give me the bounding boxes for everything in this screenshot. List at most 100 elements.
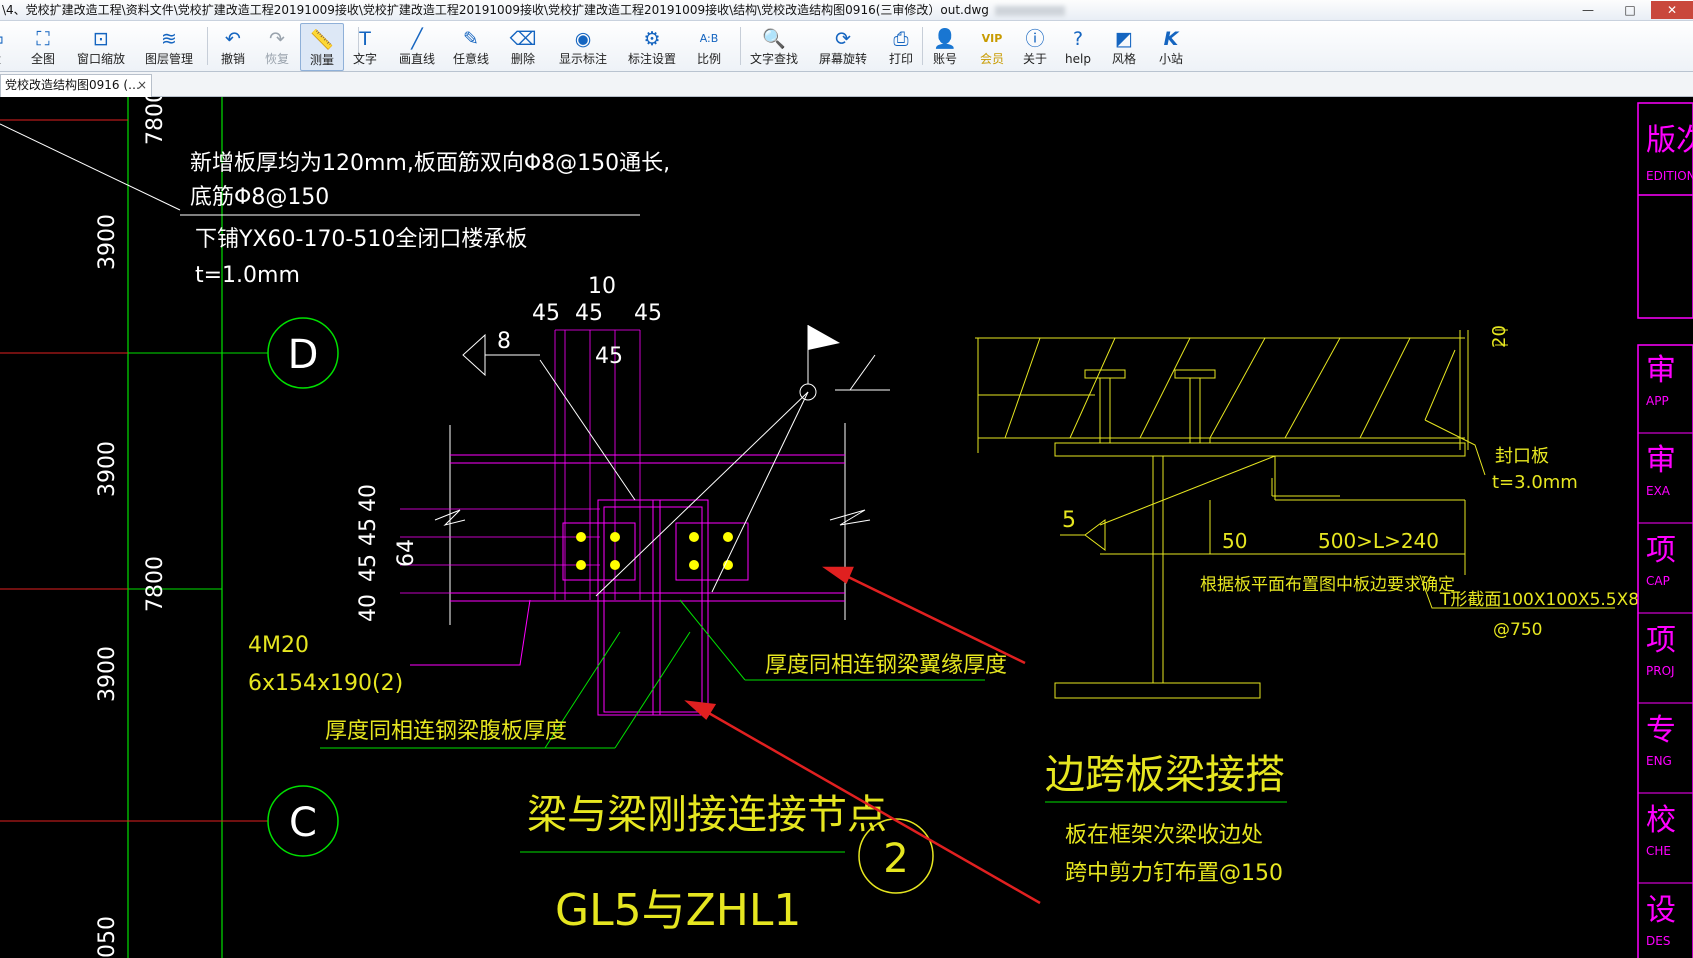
window-controls: — □ ✕: [1567, 0, 1693, 20]
document-tab[interactable]: 党校改造结构图0916 (… ×: [0, 74, 152, 97]
toolbar-label: 比例: [696, 52, 721, 66]
t-section-spacing: @750: [1493, 620, 1542, 640]
toolbar-button-scale[interactable]: A:B 比例: [690, 23, 728, 69]
toolbar-label: 删除: [510, 52, 535, 66]
toolbar-label: 任意线: [452, 52, 489, 66]
grid-label: C: [289, 800, 317, 846]
toolbar-label: 标注设置: [627, 52, 676, 66]
toolbar-button-eye[interactable]: ◉ 显示标注: [552, 23, 614, 69]
vip-icon: VIP: [981, 32, 1003, 45]
grid-bubble-c: C: [267, 785, 339, 857]
toolbar-button-help[interactable]: ? help: [1060, 23, 1096, 69]
help-icon: ?: [1072, 28, 1084, 50]
toolbar-button-style[interactable]: ◩ 风格: [1106, 23, 1142, 69]
toolbar-separator: [207, 27, 208, 65]
window-title: \4、党校扩建改造工程\资料文件\党校扩建改造工程20191009接收\党校扩建…: [2, 3, 989, 17]
toolbar-button-account[interactable]: 👤 账号: [927, 23, 963, 69]
minimize-button[interactable]: —: [1567, 1, 1609, 19]
tab-close-button[interactable]: ×: [133, 75, 147, 95]
eraser-icon: ⌫: [509, 28, 537, 50]
ruler-icon: 📏: [310, 29, 334, 51]
toolbar-button-annotation-settings[interactable]: ⚙ 标注设置: [622, 23, 682, 69]
dim-label: 50: [1222, 529, 1247, 553]
toolbar-label: 打印: [888, 52, 913, 66]
t-section-spec: T形截面100X100X5.5X8: [1439, 590, 1639, 610]
toolbar-button-line[interactable]: ╱ 画直线: [393, 23, 441, 69]
rotate-screen-icon: ⟳: [835, 28, 851, 50]
toolbar-button-ruler[interactable]: 📏 测量: [300, 23, 344, 71]
drawing-canvas[interactable]: 7800 3900 3900 7800 3900 050 D C 新增板厚均为1…: [0, 97, 1693, 958]
plan-note: 根据板平面布置图中板边要求确定: [1200, 575, 1455, 595]
toolbar-label: 窗口缩放: [76, 52, 125, 66]
toolbar-button-eraser[interactable]: ⌫ 删除: [503, 23, 543, 69]
dim-label: 45: [595, 344, 623, 369]
grid-bubble-d: D: [267, 317, 339, 389]
toolbar-label: 文字: [352, 52, 377, 66]
toolbar-button-text[interactable]: T 文字: [347, 23, 383, 69]
titleblock-label-en: PROJ: [1646, 664, 1675, 678]
titleblock-label: 校: [1646, 803, 1676, 838]
red-arrows: [684, 566, 1041, 905]
toolbar-button-redo[interactable]: ↷ 恢复: [258, 23, 296, 69]
dim-label: 3900: [95, 214, 120, 270]
site-icon: K: [1163, 28, 1179, 50]
slab-notes: 新增板厚均为120mm,板面筋双向Φ8@150通长, 底筋Φ8@150 下铺YX…: [190, 151, 670, 288]
titleblock-label-en: EDITION NO.: [1646, 169, 1693, 183]
print-icon: ⎙: [893, 28, 909, 50]
annotation-settings-icon: ⚙: [643, 28, 661, 50]
fullview-icon: ⛶: [36, 28, 50, 50]
eye-icon: ◉: [574, 28, 592, 50]
seal-label: 封口板: [1495, 446, 1549, 467]
toolbar-button-undo[interactable]: ↶ 撤销: [214, 23, 252, 69]
titleblock-label-en: ENG: [1646, 754, 1672, 768]
toolbar-label: 显示标注: [558, 52, 607, 66]
toolbar-button-print[interactable]: ⎙ 打印: [883, 23, 919, 69]
titleblock-label-en: DES: [1646, 934, 1670, 948]
toolbar-label: 小站: [1158, 52, 1183, 66]
plate-spec: 6x154x190(2): [248, 671, 403, 696]
titleblock-label: 项: [1646, 533, 1676, 568]
pen-icon: ✎: [463, 28, 479, 50]
dim-label: 40: [356, 594, 381, 622]
toolbar-button-info[interactable]: ⓘ 关于: [1017, 23, 1053, 69]
edge-note: 跨中剪力钉布置@150: [1065, 861, 1283, 886]
detail-title: 梁与梁刚接连接节点: [527, 792, 887, 838]
dim-label: 3900: [95, 441, 120, 497]
toolbar-label: 恢复: [264, 52, 289, 66]
dim-label: 45: [634, 301, 662, 326]
titleblock-label-en: CAP: [1646, 574, 1670, 588]
titleblock-label: 设: [1646, 893, 1676, 928]
toolbar-button-rotate-screen[interactable]: ⟳ 屏幕旋转: [812, 23, 874, 69]
toolbar-button-text-search[interactable]: 🔍 文字查找: [743, 23, 805, 69]
toolbar-button-window-zoom[interactable]: ⊡ 窗口缩放: [72, 23, 130, 69]
scale-icon: A:B: [699, 32, 719, 45]
toolbar-button-disk[interactable]: ▭盘: [0, 23, 10, 69]
titleblock-label-en: CHE: [1646, 844, 1671, 858]
account-icon: 👤: [933, 28, 957, 50]
joint-notes: 4M20 6x154x190(2) 厚度同相连钢梁翼缘厚度 厚度同相连钢梁腹板厚…: [248, 633, 1007, 936]
left-dimensions: 7800 3900 3900 7800 3900 050: [95, 97, 168, 958]
toolbar-button-fullview[interactable]: ⛶ 全图: [22, 23, 64, 69]
info-icon: ⓘ: [1025, 28, 1045, 50]
toolbar-button-layers[interactable]: ≋ 图层管理: [140, 23, 198, 69]
toolbar-separator: [922, 27, 923, 65]
toolbar: ▭盘 ⛶ 全图 ⊡ 窗口缩放 ≋ 图层管理 ↶ 撤销 ↷ 恢复 📏 测量 T 文字 ╱ 画直线 ✎ 任意线 ⌫ 删除 ◉ 显…: [0, 21, 1693, 72]
toolbar-label: 风格: [1111, 52, 1136, 66]
toolbar-button-site[interactable]: K 小站: [1153, 23, 1189, 69]
dim-label: 3900: [95, 646, 120, 702]
blurred-text: [994, 5, 1065, 16]
titleblock-label-en: EXA: [1646, 484, 1671, 498]
title-bar: \4、党校扩建改造工程\资料文件\党校扩建改造工程20191009接收\党校扩建…: [0, 0, 1693, 21]
maximize-button[interactable]: □: [1609, 1, 1651, 19]
close-window-button[interactable]: ✕: [1651, 1, 1693, 19]
dim-label: 7800: [143, 97, 168, 145]
toolbar-button-vip[interactable]: VIP 会员: [974, 23, 1010, 69]
tab-bar: 党校改造结构图0916 (… ×: [0, 72, 1693, 97]
dim-label: 45: [532, 301, 560, 326]
titleblock-label: 专: [1646, 713, 1676, 748]
titleblock-label: 项: [1646, 623, 1676, 658]
toolbar-button-pen[interactable]: ✎ 任意线: [447, 23, 495, 69]
note-line: 下铺YX60-170-510全闭口楼承板: [195, 227, 527, 252]
dim-label: 7800: [143, 556, 168, 612]
toolbar-label: 画直线: [398, 52, 435, 66]
